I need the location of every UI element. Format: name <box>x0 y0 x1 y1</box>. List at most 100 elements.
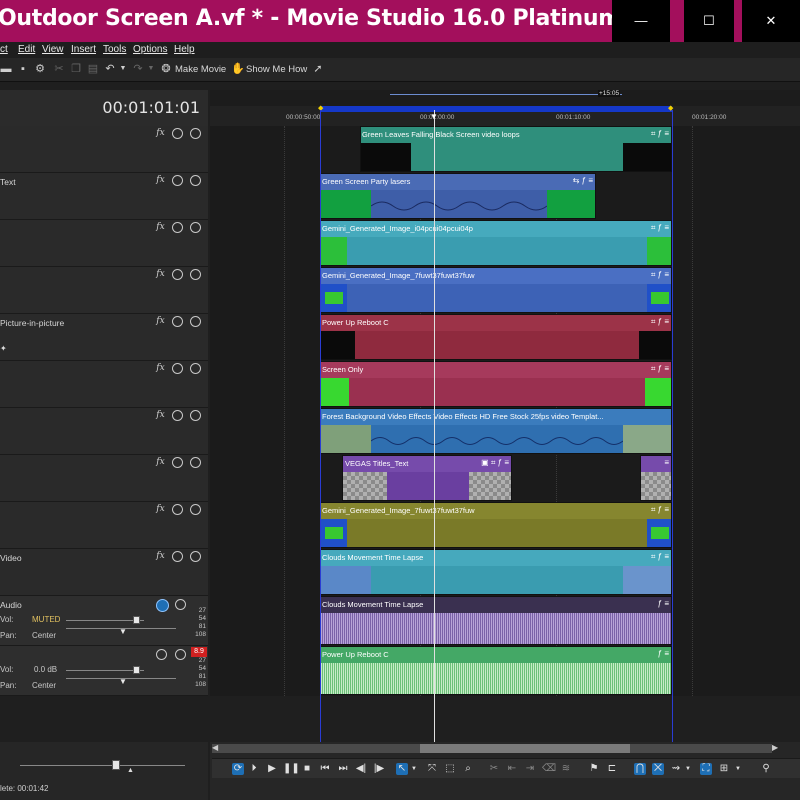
fx-icon[interactable]: fx <box>155 269 166 280</box>
menu-view[interactable]: View <box>42 44 64 55</box>
menu-options[interactable]: Options <box>133 44 167 55</box>
fx-icon[interactable]: fx <box>155 551 166 562</box>
clip-menu-icons[interactable]: ƒ ≡ <box>658 649 669 658</box>
envelope-tool-icon[interactable]: ⤧ <box>426 763 438 775</box>
video-clip[interactable]: Power Up Reboot C ⌗ ƒ ≡ <box>320 314 672 360</box>
solo-icon[interactable] <box>190 457 201 468</box>
title-bar[interactable]: Outdoor Screen A.vf * - Movie Studio 16.… <box>0 0 800 42</box>
menu-project[interactable]: ct <box>0 44 8 55</box>
pin-icon[interactable]: ⚲ <box>760 763 772 775</box>
mute-icon[interactable] <box>172 316 183 327</box>
video-clip[interactable]: Clouds Movement Time Lapse ⌗ ƒ ≡ <box>320 549 672 595</box>
video-clip[interactable]: Forest Background Video Effects Video Ef… <box>320 408 672 454</box>
solo-icon[interactable] <box>190 316 201 327</box>
solo-icon[interactable] <box>190 222 201 233</box>
solo-icon[interactable] <box>190 410 201 421</box>
auto-crossfade-icon[interactable]: ⨉ <box>652 763 664 775</box>
playhead-cursor[interactable] <box>434 110 435 745</box>
mute-icon[interactable] <box>172 222 183 233</box>
help-pointer-icon[interactable]: ➚ <box>312 63 324 75</box>
stop-icon[interactable]: ■ <box>301 763 313 775</box>
play-from-start-icon[interactable]: ⏵ <box>248 763 260 775</box>
next-frame-icon[interactable]: |▶ <box>373 763 385 775</box>
make-movie-icon[interactable]: ❂ <box>160 63 172 75</box>
track-header[interactable]: Picture-in-picture fx ✦ <box>0 314 208 361</box>
clip-crop-fx-menu-icons[interactable]: ⌗ ƒ ≡ <box>651 129 669 139</box>
solo-icon[interactable] <box>190 504 201 515</box>
video-clip[interactable]: ≡ <box>640 455 672 501</box>
mute-icon[interactable] <box>172 410 183 421</box>
track-header[interactable]: fx <box>0 220 208 267</box>
cut-icon[interactable]: ✂ <box>53 63 65 75</box>
clip-menu-icons[interactable]: ⌗ ƒ ≡ <box>651 505 669 515</box>
pause-icon[interactable]: ❚❚ <box>283 763 300 775</box>
undo-dropdown-icon[interactable]: ▼ <box>117 63 129 75</box>
track-header[interactable]: Text fx <box>0 173 208 220</box>
undo-icon[interactable]: ↶ <box>104 63 116 75</box>
pan-slider-knob[interactable]: ▼ <box>119 627 127 636</box>
minimize-button[interactable]: — <box>612 0 670 42</box>
clip-menu-icons[interactable]: ⌗ ƒ ≡ <box>651 552 669 562</box>
delete-icon[interactable]: ⌫ <box>542 763 556 775</box>
video-clip[interactable]: Green Screen Party lasers ⇆ ƒ ≡ <box>320 173 596 219</box>
mute-icon[interactable] <box>172 269 183 280</box>
menu-insert[interactable]: Insert <box>71 44 96 55</box>
selection-tool-icon[interactable]: ⬚ <box>444 763 456 775</box>
fx-icon[interactable]: fx <box>155 316 166 327</box>
solo-icon[interactable] <box>175 649 186 660</box>
region-icon[interactable]: ⊏ <box>606 763 618 775</box>
horizontal-scrollbar-thumb[interactable] <box>420 744 630 753</box>
ripple-dropdown-icon[interactable]: ▼ <box>682 763 694 775</box>
lock-envelopes-icon[interactable]: ⛶ <box>700 763 712 775</box>
go-to-start-icon[interactable]: ⏮ <box>319 763 331 775</box>
video-clip[interactable]: Screen Only ⌗ ƒ ≡ <box>320 361 672 407</box>
solo-icon[interactable] <box>190 551 201 562</box>
clip-menu-icons[interactable]: ⌗ ƒ ≡ <box>651 223 669 233</box>
zoom-tool-icon[interactable]: ⌕ <box>462 763 474 775</box>
fx-icon[interactable]: fx <box>155 457 166 468</box>
mute-icon[interactable] <box>172 128 183 139</box>
mute-icon[interactable] <box>172 175 183 186</box>
rate-slider-knob[interactable] <box>112 760 120 770</box>
close-button[interactable]: ✕ <box>742 0 800 42</box>
open-icon[interactable]: ▬ <box>0 63 12 75</box>
audio-clip[interactable]: Clouds Movement Time Lapse ƒ ≡ <box>320 596 672 645</box>
mute-icon[interactable] <box>172 363 183 374</box>
solo-icon[interactable] <box>190 363 201 374</box>
redo-dropdown-icon[interactable]: ▼ <box>145 63 157 75</box>
auto-ripple-icon[interactable]: ⇝ <box>670 763 682 775</box>
track-header[interactable]: fx <box>0 126 208 173</box>
menu-tools[interactable]: Tools <box>103 44 126 55</box>
pan-slider-knob[interactable]: ▼ <box>119 677 127 686</box>
mute-active-icon[interactable] <box>156 599 169 612</box>
fx-icon[interactable]: fx <box>155 128 166 139</box>
copy-icon[interactable]: ❐ <box>70 63 82 75</box>
clip-menu-icons[interactable]: ⇆ ƒ ≡ <box>573 176 593 185</box>
solo-icon[interactable] <box>190 269 201 280</box>
audio-track-header[interactable]: Audio Vol: MUTED Pan: Center ▼ 27 54 81 … <box>0 596 208 646</box>
ruler-overview[interactable]: +15:05 <box>210 90 800 106</box>
show-me-how-icon[interactable]: ✋ <box>231 63 245 75</box>
clip-menu-icons[interactable]: ƒ ≡ <box>658 599 669 608</box>
track-header[interactable]: fx <box>0 502 208 549</box>
play-icon[interactable]: ▶ <box>266 763 278 775</box>
scroll-left-icon[interactable]: ◀ <box>212 743 218 752</box>
loop-region-bar[interactable] <box>320 106 672 112</box>
maximize-button[interactable]: ☐ <box>684 0 734 42</box>
gear-icon[interactable]: ⚙ <box>34 63 46 75</box>
mute-icon[interactable] <box>172 551 183 562</box>
audio-clip[interactable]: Power Up Reboot C ƒ ≡ <box>320 646 672 695</box>
video-clip[interactable]: Green Leaves Falling Black Screen video … <box>360 126 672 172</box>
redo-icon[interactable]: ↷ <box>132 63 144 75</box>
track-header[interactable]: Video fx <box>0 549 208 596</box>
clip-menu-icons[interactable]: ⌗ ƒ ≡ <box>651 270 669 280</box>
timeline-tracks[interactable]: Green Leaves Falling Black Screen video … <box>210 126 800 696</box>
playhead-marker-icon[interactable]: ▼ <box>430 112 438 121</box>
normal-edit-tool-icon[interactable]: ↖ <box>396 763 408 775</box>
loop-playback-icon[interactable]: ⟳ <box>232 763 244 775</box>
ripple-icon[interactable]: ≋ <box>560 763 572 775</box>
menu-help[interactable]: Help <box>174 44 195 55</box>
fx-icon[interactable]: fx <box>155 504 166 515</box>
clip-menu-icons[interactable]: ▣ ⌗ ƒ ≡ <box>481 458 509 468</box>
fx-icon[interactable]: fx <box>155 222 166 233</box>
